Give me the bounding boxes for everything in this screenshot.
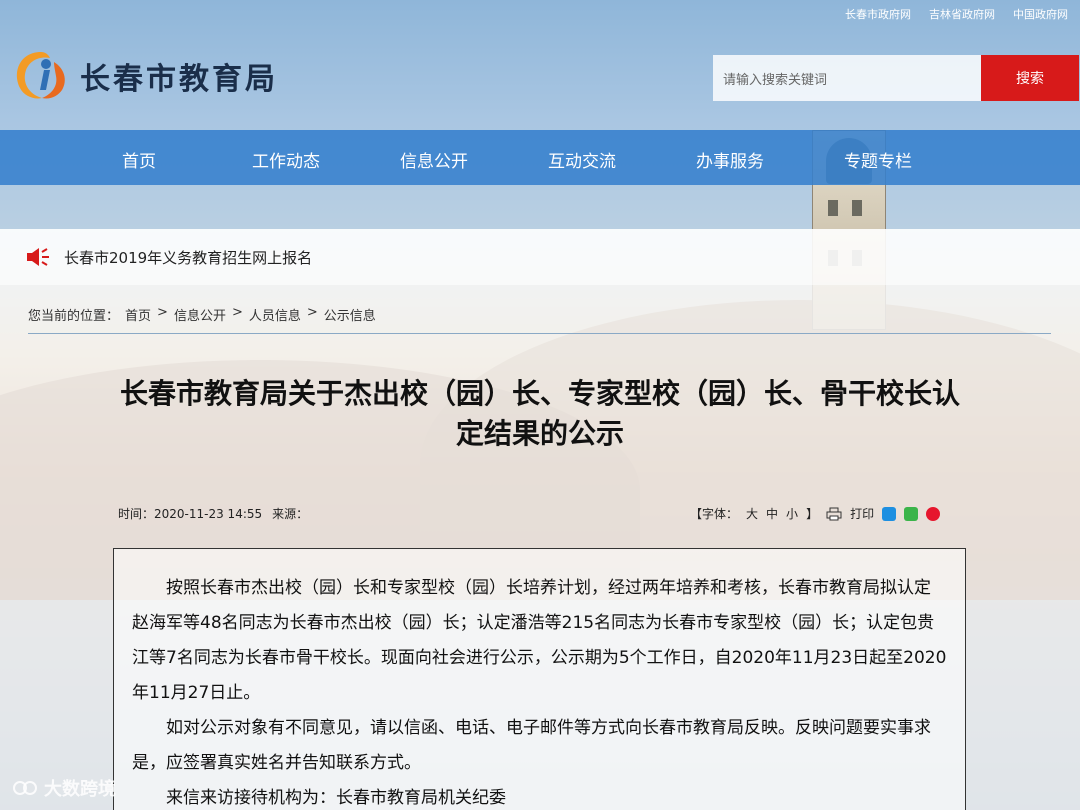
- main-nav: 首页 工作动态 信息公开 互动交流 办事服务 专题专栏: [0, 130, 1080, 185]
- font-large-button[interactable]: 大: [746, 505, 758, 522]
- breadcrumb-personnel[interactable]: 人员信息: [249, 305, 301, 324]
- link-changchun-gov[interactable]: 长春市政府网: [845, 6, 911, 22]
- breadcrumb-info-disclosure[interactable]: 信息公开: [174, 305, 226, 324]
- search-input[interactable]: 请输入搜索关键词: [713, 55, 981, 101]
- breadcrumb-separator: >: [231, 305, 243, 320]
- weibo-share-icon[interactable]: [926, 506, 941, 521]
- notice-text[interactable]: 长春市2019年义务教育招生网上报名: [64, 247, 312, 268]
- nav-interaction[interactable]: 互动交流: [548, 147, 616, 172]
- nav-special-topics[interactable]: 专题专栏: [844, 147, 912, 172]
- qq-share-icon[interactable]: [882, 506, 897, 521]
- article-meta: 时间：2020-11-23 14:55 来源：: [118, 505, 308, 522]
- link-china-gov[interactable]: 中国政府网: [1013, 6, 1068, 22]
- watermark-text: 大数跨境: [44, 779, 116, 800]
- font-small-button[interactable]: 小: [786, 505, 798, 522]
- article-title: 长春市教育局关于杰出校（园）长、专家型校（园）长、骨干校长认定结果的公示: [119, 377, 960, 450]
- watermark-logo-icon: [13, 781, 37, 795]
- site-name: 长春市教育局: [80, 62, 278, 97]
- print-button[interactable]: 打印: [850, 505, 874, 522]
- speaker-icon: [27, 248, 49, 266]
- breadcrumb-notices[interactable]: 公示信息: [324, 305, 376, 324]
- font-size-label: 【字体：: [690, 507, 739, 521]
- breadcrumb-separator: >: [306, 305, 318, 320]
- nav-work-news[interactable]: 工作动态: [252, 147, 320, 172]
- font-medium-button[interactable]: 中: [766, 505, 778, 522]
- font-size-close: 】: [806, 507, 819, 521]
- wechat-share-icon[interactable]: [904, 506, 919, 521]
- watermark: 大数跨境: [12, 775, 116, 801]
- article-body: 按照长春市杰出校（园）长和专家型校（园）长培养计划，经过两年培养和考核，长春市教…: [113, 548, 966, 810]
- divider: [28, 333, 1051, 334]
- breadcrumb-separator: >: [157, 305, 168, 320]
- nav-services[interactable]: 办事服务: [696, 147, 764, 172]
- article-tools: 【字体： 大 中 小 】 打印: [690, 505, 941, 522]
- breadcrumb-label: 您当前的位置：: [28, 309, 120, 324]
- link-jilin-gov[interactable]: 吉林省政府网: [929, 6, 995, 22]
- article-paragraph: 按照长春市杰出校（园）长和专家型校（园）长培养计划，经过两年培养和考核，长春市教…: [132, 578, 947, 703]
- article-paragraph: 如对公示对象有不同意见，请以信函、电话、电子邮件等方式向长春市教育局反映。反映问…: [132, 718, 931, 773]
- tower-window: [828, 200, 838, 216]
- tower-window: [852, 200, 862, 216]
- printer-icon[interactable]: [826, 507, 842, 521]
- top-links: 长春市政府网 吉林省政府网 中国政府网: [845, 6, 1068, 22]
- source-label: 来源：: [272, 507, 309, 521]
- nav-home[interactable]: 首页: [122, 147, 156, 172]
- notice-bar: 长春市2019年义务教育招生网上报名: [0, 229, 1080, 285]
- breadcrumb-home[interactable]: 首页: [125, 305, 151, 324]
- publish-time: 时间：2020-11-23 14:55: [118, 507, 263, 521]
- search-button[interactable]: 搜索: [981, 55, 1079, 101]
- article-paragraph: 来信来访接待机构为：长春市教育局机关纪委: [166, 788, 506, 808]
- nav-info-disclosure[interactable]: 信息公开: [400, 147, 468, 172]
- header: 长春市教育局 请输入搜索关键词 搜索: [0, 28, 1080, 130]
- breadcrumb: 您当前的位置： 首页 > 信息公开 > 人员信息 > 公示信息: [28, 305, 376, 324]
- bureau-logo-icon: [16, 52, 65, 99]
